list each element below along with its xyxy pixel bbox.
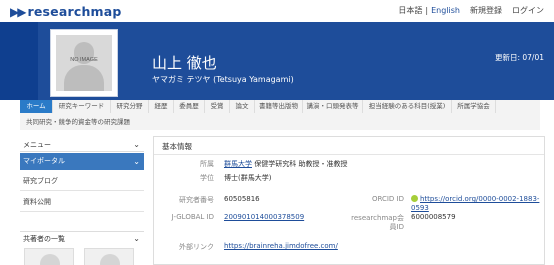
researchmap-id-label-line2: 員ID xyxy=(389,223,404,231)
tab-bar: ホーム 研究キーワード 研究分野 経歴 委員歴 受賞 論文 書籍等出版物 講演・… xyxy=(20,100,540,130)
tab-career[interactable]: 経歴 xyxy=(149,100,174,113)
orcid-link-continued[interactable]: 0593 xyxy=(411,204,429,212)
orcid-label: ORCID ID xyxy=(371,195,404,203)
external-link[interactable]: https://brainreha.jimdofree.com/ xyxy=(224,242,338,250)
lang-english-link[interactable]: English xyxy=(431,6,460,15)
researchmap-id-value: 6000008579 xyxy=(411,213,456,221)
jglobal-id-label: J-GLOBAL ID xyxy=(171,213,214,221)
lang-separator: | xyxy=(425,6,429,15)
tab-presentations[interactable]: 講演・口頭発表等 xyxy=(303,100,363,113)
researcher-name-reading: ヤマガミ テツヤ (Tetsuya Yamagami) xyxy=(152,75,294,84)
sidebar-coauthors-header[interactable]: 共著者の一覧 ⌄ xyxy=(20,231,144,245)
jglobal-id-link[interactable]: 200901014000378509 xyxy=(224,213,304,221)
degree-label: 学位 xyxy=(200,174,214,182)
lang-japanese-link[interactable]: 日本語 xyxy=(398,5,422,16)
degree-value: 博士(群馬大学) xyxy=(224,174,272,182)
tab-books[interactable]: 書籍等出版物 xyxy=(255,100,303,113)
updated-date: 更新日: 07/01 xyxy=(494,53,544,62)
basic-info-card: 基本情報 所属 群馬大学 保健学研究科 助教授・准教授 学位 博士(群馬大学) … xyxy=(153,136,545,265)
top-bar: ▶▶ researchmap 日本語 | English 新規登録 ログイン xyxy=(0,0,554,22)
sidebar-coauthors-label: 共著者の一覧 xyxy=(23,235,65,243)
affiliation-university-link[interactable]: 群馬大学 xyxy=(224,160,252,168)
sidebar-menu-label: メニュー xyxy=(23,141,51,149)
sidebar-item-materials[interactable]: 資料公開 xyxy=(20,192,144,212)
login-link[interactable]: ログイン xyxy=(512,5,544,16)
chevron-down-icon: ⌄ xyxy=(133,157,140,166)
sidebar-item-my-portal[interactable]: マイポータル ⌄ xyxy=(20,153,144,170)
no-image-label: NO IMAGE xyxy=(70,57,98,63)
tab-keywords[interactable]: 研究キーワード xyxy=(53,100,111,113)
sidebar-menu-header[interactable]: メニュー ⌄ xyxy=(20,138,144,152)
tab-fields[interactable]: 研究分野 xyxy=(111,100,149,113)
researcher-number-label: 研究者番号 xyxy=(179,196,214,204)
orcid-icon xyxy=(411,195,418,202)
chevron-down-icon: ⌄ xyxy=(133,234,140,243)
tab-societies[interactable]: 所属学協会 xyxy=(452,100,496,113)
tab-papers[interactable]: 論文 xyxy=(230,100,255,113)
affiliation-label: 所属 xyxy=(200,160,214,168)
tab-research-projects[interactable]: 共同研究・競争的資金等の研究課題 xyxy=(20,116,160,129)
profile-photo: NO IMAGE xyxy=(50,29,118,97)
orcid-value: https://orcid.org/0000-0002-1883- xyxy=(411,195,541,203)
affiliation-department: 保健学研究科 助教授・准教授 xyxy=(252,160,348,168)
coauthor-avatar[interactable] xyxy=(84,248,134,265)
affiliation-value: 群馬大学 保健学研究科 助教授・准教授 xyxy=(224,159,347,169)
register-link[interactable]: 新規登録 xyxy=(470,5,502,16)
coauthor-avatar[interactable] xyxy=(24,248,74,265)
tab-home[interactable]: ホーム xyxy=(20,100,53,113)
researcher-number-value: 60505816 xyxy=(224,195,260,203)
basic-info-title: 基本情報 xyxy=(162,142,192,151)
external-link-label: 外部リンク xyxy=(179,243,214,251)
logo-mark-icon: ▶▶ xyxy=(10,4,27,19)
logo-text: researchmap xyxy=(27,4,122,19)
placeholder-avatar-icon: NO IMAGE xyxy=(56,35,112,91)
researchmap-logo[interactable]: ▶▶ researchmap xyxy=(10,4,122,19)
tab-awards[interactable]: 受賞 xyxy=(205,100,230,113)
tab-committee[interactable]: 委員歴 xyxy=(174,100,205,113)
top-links: 日本語 | English 新規登録 ログイン xyxy=(395,5,544,16)
chevron-down-icon: ⌄ xyxy=(133,140,140,149)
divider xyxy=(154,154,544,155)
orcid-link[interactable]: https://orcid.org/0000-0002-1883- xyxy=(420,195,539,203)
sidebar-portal-label: マイポータル xyxy=(23,157,65,165)
tab-teaching[interactable]: 担当経験のある科目(授業) xyxy=(363,100,452,113)
sidebar-item-blog[interactable]: 研究ブログ xyxy=(20,171,144,191)
researcher-name: 山上 徹也 xyxy=(152,54,217,72)
header-accent xyxy=(0,22,38,100)
